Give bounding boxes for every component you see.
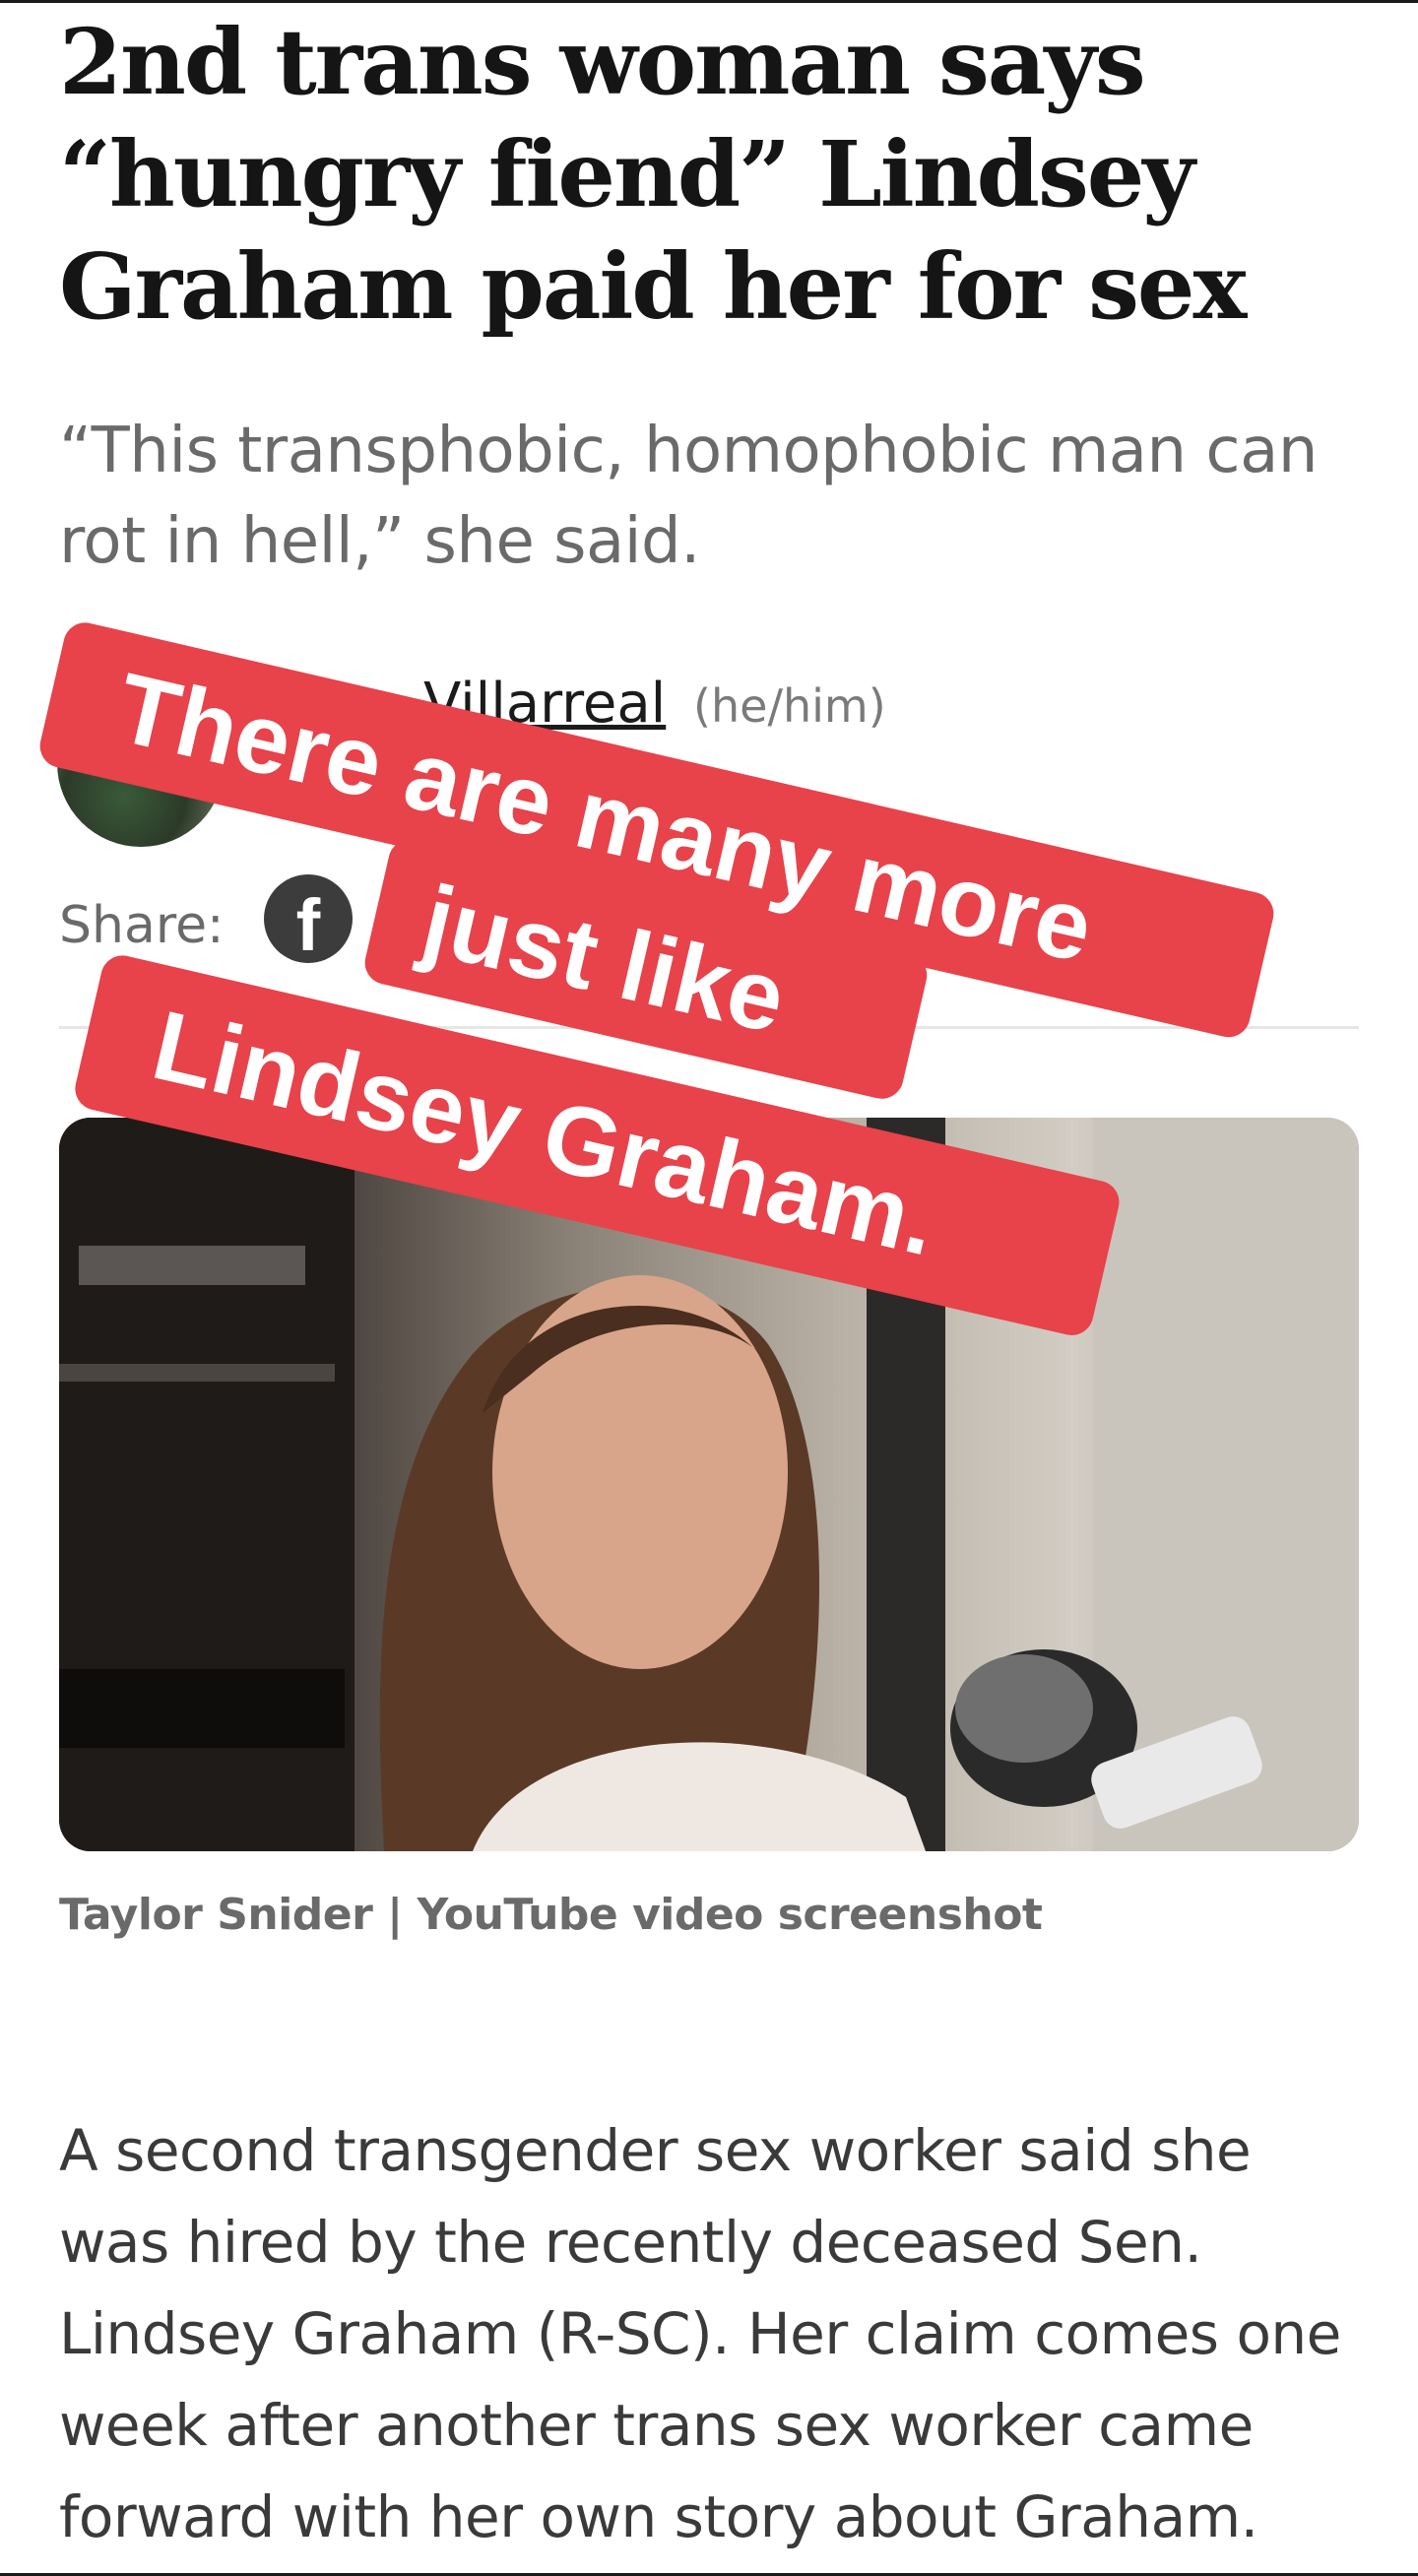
author-avatar[interactable] [57,679,225,847]
article-dek: “This transphobic, homophobic man can ro… [59,415,1318,578]
photo-illustration [59,1118,1359,1851]
author-byline: Villarreal (he/him) [423,670,886,741]
article-headline: 2nd trans woman says “hungry fiend” Lind… [59,9,1247,340]
byline-divider [59,1026,1359,1029]
top-border [0,0,1418,3]
facebook-icon[interactable]: f [264,874,353,963]
article-photo [59,1118,1359,1851]
author-pronouns: (he/him) [693,679,886,733]
article-body-paragraph: A second transgender sex worker said she… [59,2117,1341,2550]
author-name-link[interactable]: Villarreal [423,672,666,736]
sticker-line-2: just like [360,835,932,1104]
image-caption: Taylor Snider | YouTube video screenshot [59,1890,1043,1940]
share-label: Share: [59,896,225,955]
